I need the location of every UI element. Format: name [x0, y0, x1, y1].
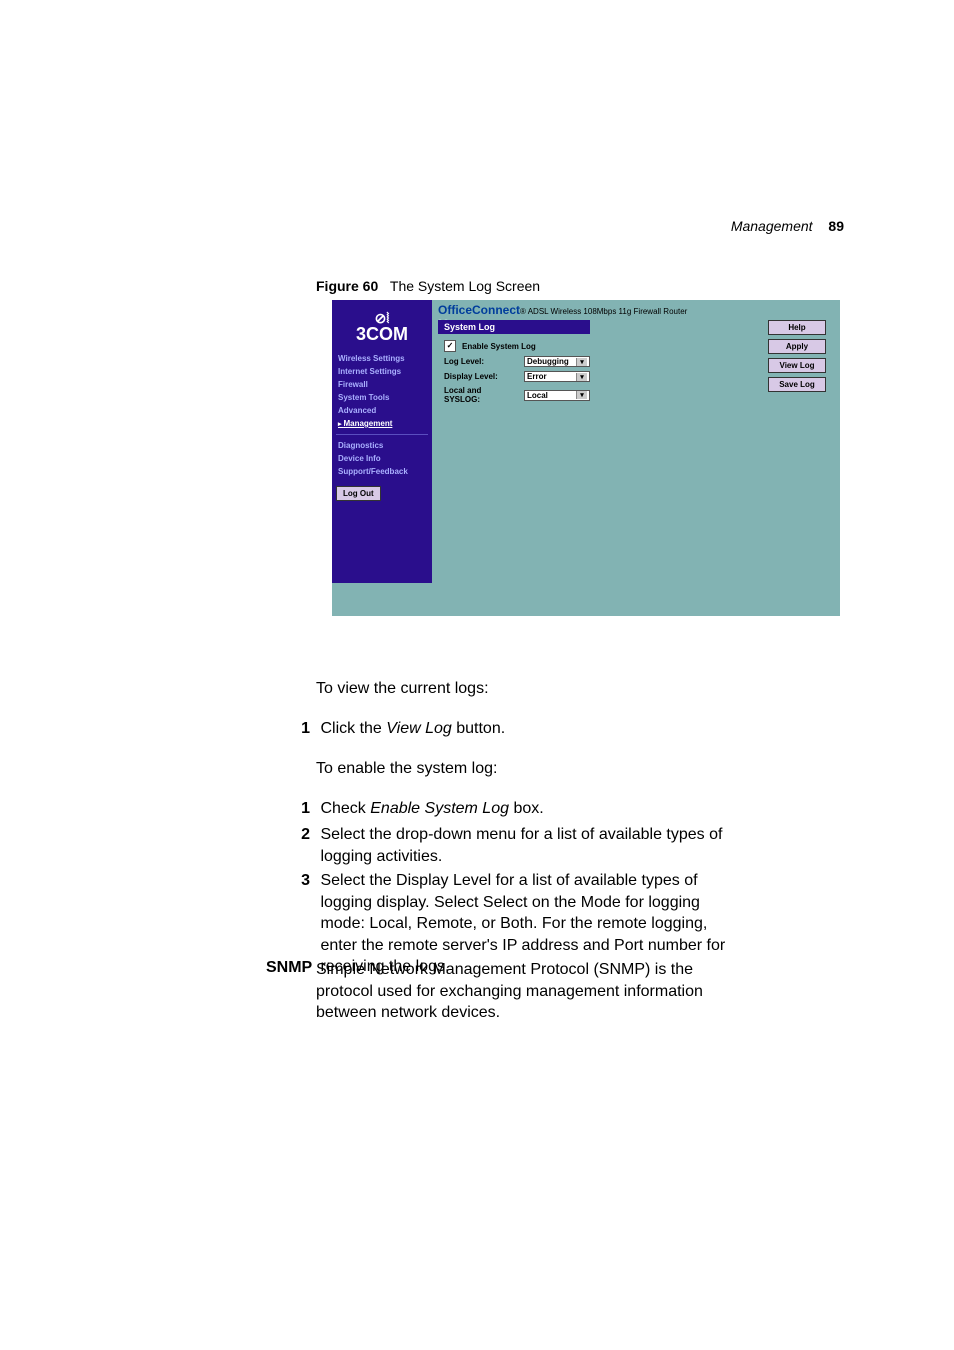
sidebar-divider	[336, 434, 428, 435]
local-syslog-select[interactable]: Local ▾	[524, 390, 590, 401]
product-sub: ADSL Wireless 108Mbps 11g Firewall Route…	[528, 307, 688, 316]
step-number: 1	[288, 718, 310, 740]
sidebar-sub-device-info[interactable]: Device Info	[336, 452, 428, 465]
step-text: Select the drop-down menu for a list of …	[314, 824, 732, 867]
save-log-button[interactable]: Save Log	[768, 377, 826, 392]
brand-logo: ⊘⦚ 3COM	[332, 300, 432, 353]
display-level-select[interactable]: Error ▾	[524, 371, 590, 382]
sidebar-sub-support[interactable]: Support/Feedback	[336, 465, 428, 478]
step-number: 3	[288, 870, 310, 892]
sidebar-item-firewall[interactable]: Firewall	[336, 378, 428, 391]
local-syslog-label: Local and SYSLOG:	[444, 386, 518, 404]
content-area: System Log ✓ Enable System Log Log Level…	[432, 320, 840, 583]
logo-text: 3COM	[356, 325, 408, 343]
sidebar-item-wireless[interactable]: Wireless Settings	[336, 352, 428, 365]
display-level-label: Display Level:	[444, 372, 518, 381]
product-line: OfficeConnect® ADSL Wireless 108Mbps 11g…	[432, 300, 840, 317]
figure-label: Figure 60	[316, 278, 378, 294]
snmp-heading: SNMP	[266, 959, 312, 977]
step-text: Click the View Log button.	[314, 718, 732, 740]
step-number: 2	[288, 824, 310, 846]
sidebar-item-system-tools[interactable]: System Tools	[336, 391, 428, 404]
figure-title: The System Log Screen	[390, 278, 540, 294]
log-level-value: Debugging	[527, 357, 569, 366]
figure-caption: Figure 60 The System Log Screen	[316, 278, 540, 294]
system-log-screenshot: ⊘⦚ 3COM OfficeConnect® ADSL Wireless 108…	[332, 300, 840, 616]
log-level-label: Log Level:	[444, 357, 518, 366]
sidebar-sub-diagnostics[interactable]: Diagnostics	[336, 439, 428, 452]
view-log-button[interactable]: View Log	[768, 358, 826, 373]
step-number: 1	[288, 798, 310, 820]
display-level-value: Error	[527, 372, 547, 381]
sidebar-item-internet[interactable]: Internet Settings	[336, 365, 428, 378]
dropdown-arrow-icon: ▾	[576, 358, 587, 366]
snmp-paragraph: Simple Network Management Protocol (SNMP…	[316, 959, 734, 1024]
log-level-select[interactable]: Debugging ▾	[524, 356, 590, 367]
enable-checkbox[interactable]: ✓	[444, 340, 456, 352]
right-button-column: Help Apply View Log Save Log	[768, 320, 826, 392]
logout-button[interactable]: Log Out	[336, 486, 381, 501]
header-section: Management	[731, 218, 813, 234]
step-enable-2: 2 Select the drop-down menu for a list o…	[288, 824, 734, 867]
sidebar-item-advanced[interactable]: Advanced	[336, 404, 428, 417]
panel-title: System Log	[438, 320, 590, 334]
local-syslog-value: Local	[527, 391, 548, 400]
enable-label: Enable System Log	[462, 342, 536, 351]
dropdown-arrow-icon: ▾	[576, 391, 587, 399]
product-brand: OfficeConnect	[438, 303, 520, 317]
step-text: Check Enable System Log box.	[314, 798, 732, 820]
running-header: Management 89	[731, 218, 844, 234]
sidebar-item-management[interactable]: Management	[336, 417, 428, 430]
paragraph-view-logs: To view the current logs:	[316, 678, 734, 700]
step-view-1: 1 Click the View Log button.	[288, 718, 734, 740]
apply-button[interactable]: Apply	[768, 339, 826, 354]
paragraph-enable-log: To enable the system log:	[316, 758, 734, 780]
dropdown-arrow-icon: ▾	[576, 373, 587, 381]
help-button[interactable]: Help	[768, 320, 826, 335]
header-page: 89	[828, 218, 844, 234]
step-enable-1: 1 Check Enable System Log box.	[288, 798, 734, 820]
logo-swirl-icon: ⊘⦚	[375, 311, 390, 325]
sidebar: Welcome LAN Settings Wireless Settings I…	[332, 320, 432, 583]
